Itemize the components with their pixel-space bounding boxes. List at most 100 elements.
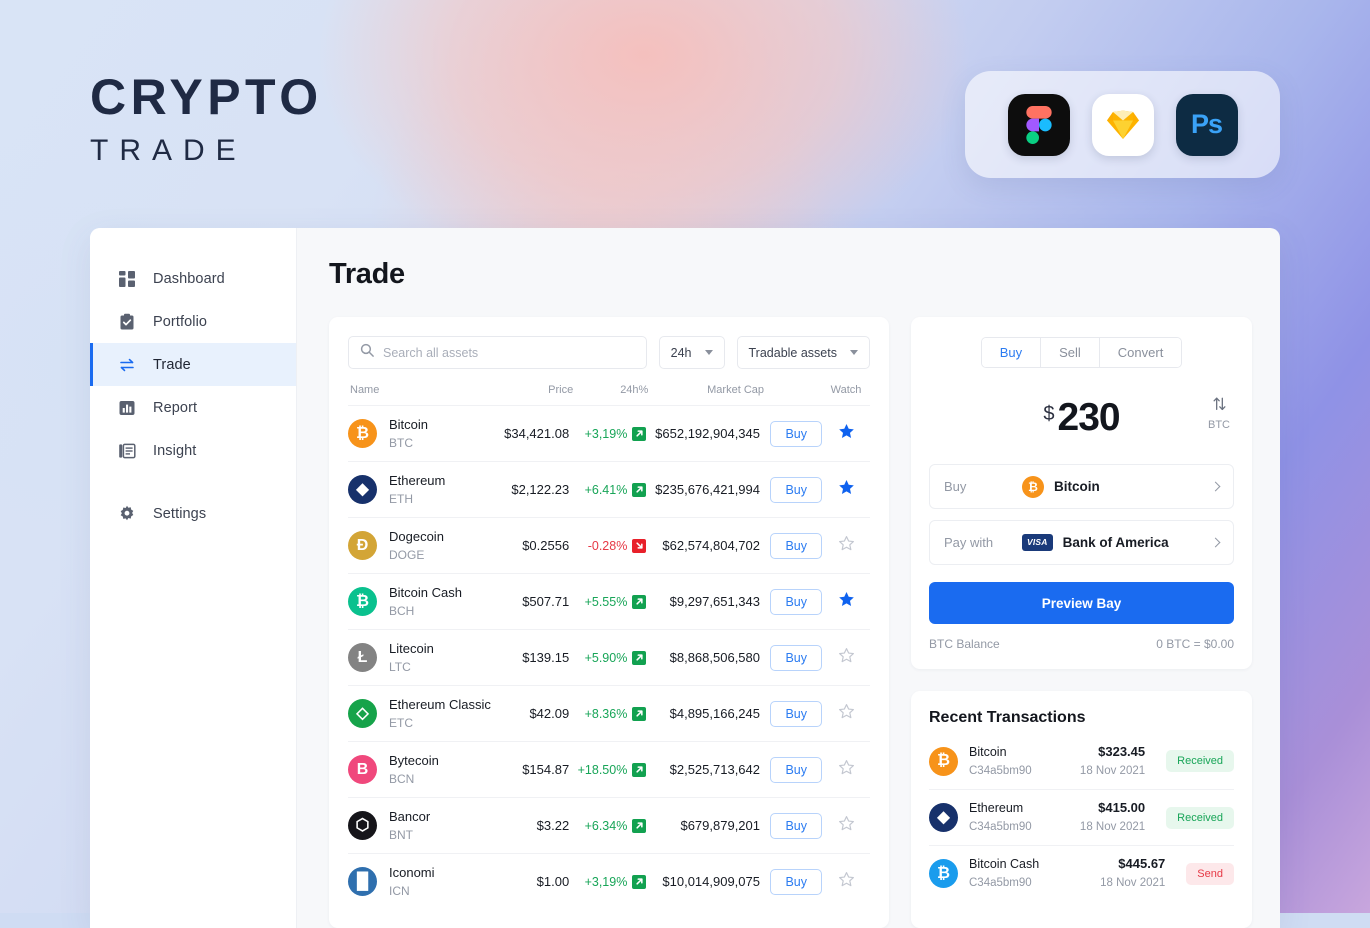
search-box[interactable] — [348, 336, 647, 369]
asset-type-label: Tradable assets — [748, 345, 837, 360]
transaction-row[interactable]: ₿ Bitcoin Cash C34a5bm90 $445.67 18 Nov 2021… — [929, 845, 1234, 901]
star-outline-icon[interactable] — [838, 815, 855, 832]
coin-symbol: ETC — [389, 715, 413, 730]
buy-button[interactable]: Buy — [770, 700, 822, 727]
tab-buy[interactable]: Buy — [981, 338, 1042, 367]
star-filled-icon[interactable] — [838, 423, 855, 440]
cell-buy: Buy — [764, 574, 822, 630]
payment-method-value: Bank of America — [1062, 535, 1169, 550]
preview-buy-button[interactable]: Preview Bay — [929, 582, 1234, 624]
table-row[interactable]: ⬡ Bancor BNT $3.22 +6.34% $679,879,201 Buy — [348, 797, 870, 854]
cell-price: $34,421.08 — [504, 426, 570, 441]
chevron-down-icon — [850, 350, 858, 355]
table-row[interactable]: █ Iconomi ICN $1.00 +3,19% $10,014,909,075 Buy — [348, 853, 870, 910]
assets-table-body: ₿ Bitcoin BTC $34,421.08 +3,19% $652,192,904,… — [348, 405, 870, 910]
recent-transactions-card: Recent Transactions ₿ Bitcoin C34a5bm90 $32… — [911, 691, 1252, 928]
cell-market-cap: $235,676,421,994 — [655, 482, 760, 497]
chevron-right-icon — [1210, 537, 1221, 548]
buy-button[interactable]: Buy — [770, 588, 822, 615]
buy-button[interactable]: Buy — [770, 532, 822, 559]
transaction-row[interactable]: ₿ Bitcoin C34a5bm90 $323.45 18 Nov 2021 Recei… — [929, 733, 1234, 789]
cell-watch — [822, 798, 870, 854]
asset-type-dropdown[interactable]: Tradable assets — [736, 336, 870, 369]
amount-display[interactable]: $ 230 — [1043, 398, 1120, 437]
change-value: +5.55% — [584, 594, 628, 609]
payment-method-value-wrap: VISA Bank of America — [1022, 534, 1212, 551]
table-row[interactable]: Ł Litecoin LTC $139.15 +5.90% $8,868,506,580 B… — [348, 629, 870, 686]
clipboard-check-icon — [118, 313, 136, 331]
coin-logo-icon: Ð — [348, 531, 377, 560]
figma-app-icon[interactable] — [1007, 93, 1070, 156]
cell-market-cap: $62,574,804,702 — [662, 538, 760, 553]
star-filled-icon[interactable] — [838, 591, 855, 608]
tab-sell[interactable]: Sell — [1041, 338, 1100, 367]
transaction-address: C34a5bm90 — [969, 877, 1032, 890]
star-filled-icon[interactable] — [838, 479, 855, 496]
transaction-name: Ethereum — [969, 801, 1024, 816]
table-row[interactable]: Ð Dogecoin DOGE $0.2556 -0.28% $62,574,804,70… — [348, 517, 870, 574]
star-outline-icon[interactable] — [838, 703, 855, 720]
cell-market-cap: $8,868,506,580 — [669, 650, 760, 665]
coin-logo-icon: ₿ — [348, 587, 377, 616]
buy-asset-selector[interactable]: Buy ₿ Bitcoin — [929, 464, 1234, 509]
assets-card: 24h Tradable assets Name Price 24h% — [329, 317, 889, 928]
table-row[interactable]: ◆ Ethereum ETH $2,122.23 +6.41% $235,676,421,… — [348, 461, 870, 518]
sidebar-item-dashboard[interactable]: Dashboard — [90, 257, 296, 300]
table-row[interactable]: ₿ Bitcoin Cash BCH $507.71 +5.55% $9,297,651,… — [348, 573, 870, 630]
payment-method-label: Pay with — [944, 535, 994, 550]
buy-button[interactable]: Buy — [770, 476, 822, 503]
sidebar-item-report[interactable]: Report — [90, 386, 296, 429]
cell-buy: Buy — [764, 742, 822, 798]
arrow-up-right-icon — [632, 706, 647, 721]
swap-vertical-icon — [1211, 396, 1228, 417]
buy-button[interactable]: Buy — [770, 756, 822, 783]
cell-watch — [822, 518, 870, 574]
table-row[interactable]: Β Bytecoin BCN $154.87 +18.50% $2,525,713,642… — [348, 741, 870, 798]
star-outline-icon[interactable] — [838, 647, 855, 664]
cell-market-cap: $2,525,713,642 — [669, 762, 760, 777]
transaction-address: C34a5bm90 — [969, 764, 1032, 777]
transaction-row[interactable]: ◆ Ethereum C34a5bm90 $415.00 18 Nov 2021 Rece… — [929, 789, 1234, 845]
sidebar-item-portfolio[interactable]: Portfolio — [90, 300, 296, 343]
transaction-info: Bitcoin C34a5bm90 — [969, 743, 1069, 780]
cell-name: ◆ Ethereum ETH — [348, 462, 500, 518]
cell-price: $139.15 — [522, 650, 570, 665]
table-header-row: Name Price 24h% Market Cap Watch — [348, 384, 870, 406]
photoshop-app-icon[interactable]: Ps — [1175, 93, 1238, 156]
tab-convert[interactable]: Convert — [1099, 338, 1182, 367]
cell-name: █ Iconomi ICN — [348, 854, 500, 910]
transaction-date: 18 Nov 2021 — [1079, 821, 1146, 834]
transaction-info: Bitcoin Cash C34a5bm90 — [969, 855, 1089, 892]
star-outline-icon[interactable] — [838, 759, 855, 776]
sidebar-item-trade[interactable]: Trade — [90, 343, 296, 386]
trade-tabs-group: Buy Sell Convert — [980, 337, 1183, 368]
star-outline-icon[interactable] — [838, 871, 855, 888]
assets-table: Name Price 24h% Market Cap Watch ₿ Bitcoi… — [348, 384, 870, 910]
star-outline-icon[interactable] — [838, 535, 855, 552]
table-row[interactable]: ◇ Ethereum Classic ETC $42.09 +8.36% $4,895,1… — [348, 685, 870, 742]
buy-button[interactable]: Buy — [770, 644, 822, 671]
sidebar-item-insight[interactable]: Insight — [90, 429, 296, 472]
table-row[interactable]: ₿ Bitcoin BTC $34,421.08 +3,19% $652,192,904,… — [348, 405, 870, 462]
buy-button[interactable]: Buy — [770, 868, 822, 895]
sidebar-item-settings[interactable]: Settings — [90, 492, 296, 535]
cell-buy: Buy — [764, 798, 822, 854]
timeframe-dropdown[interactable]: 24h — [658, 336, 725, 369]
coin-name: Iconomi — [389, 864, 435, 880]
cell-change: +5.55% — [573, 574, 648, 630]
arrow-down-right-icon — [632, 538, 647, 553]
cell-watch — [822, 574, 870, 630]
sidebar-item-label: Trade — [153, 356, 191, 373]
buy-button[interactable]: Buy — [770, 420, 822, 447]
app-window: Dashboard Portfolio Trade Report Insight… — [90, 228, 1280, 928]
status-badge: Send — [1186, 862, 1234, 885]
transaction-amount: $445.67 — [1118, 856, 1166, 872]
cell-market-cap: $652,192,904,345 — [655, 426, 760, 441]
swap-currency-control[interactable]: BTC — [1208, 396, 1230, 431]
cell-change: +8.36% — [573, 686, 648, 742]
change-value: +3,19% — [584, 874, 628, 889]
search-input[interactable] — [383, 345, 635, 360]
buy-button[interactable]: Buy — [770, 812, 822, 839]
payment-method-selector[interactable]: Pay with VISA Bank of America — [929, 520, 1234, 565]
sketch-app-icon[interactable] — [1091, 93, 1154, 156]
